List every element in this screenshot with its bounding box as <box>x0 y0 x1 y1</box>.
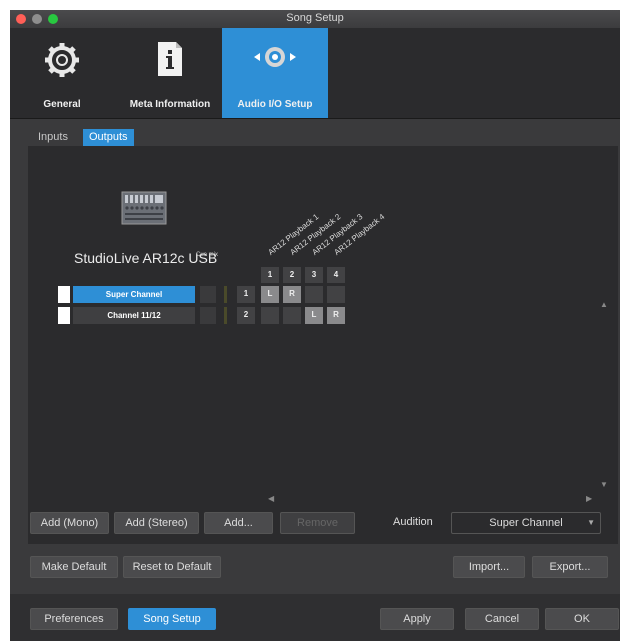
tab-inputs[interactable]: Inputs <box>32 129 74 146</box>
scroll-down-arrow-icon[interactable]: ▼ <box>600 480 608 489</box>
audition-label: Audition <box>393 516 433 528</box>
meta-information-label: Meta Information <box>129 99 211 110</box>
audio-io-icon <box>254 47 296 67</box>
audio-io-setup-tab-button[interactable]: Audio I/O Setup <box>222 28 328 118</box>
matrix-cell[interactable] <box>261 307 279 324</box>
scroll-up-arrow-icon[interactable]: ▲ <box>600 300 608 309</box>
preferences-button[interactable]: Preferences <box>30 608 118 630</box>
defaults-bar: Make Default Reset to Default Import... … <box>28 550 618 582</box>
cue-mix-checkbox[interactable] <box>200 307 216 324</box>
output-channel-row[interactable]: Super Channel <box>73 286 195 303</box>
column-number-1: 1 <box>261 267 279 283</box>
reset-to-default-button[interactable]: Reset to Default <box>123 556 221 578</box>
scroll-right-arrow-icon[interactable]: ▶ <box>586 494 592 503</box>
footer: Preferences Song Setup Apply Cancel OK <box>10 594 620 641</box>
outputs-content: StudioLive AR12c USB AR12 Playback 1 AR1… <box>28 146 618 544</box>
matrix-cell[interactable]: R <box>283 286 301 303</box>
apply-button[interactable]: Apply <box>380 608 454 630</box>
gear-icon <box>45 43 79 77</box>
matrix-cell[interactable]: R <box>327 307 345 324</box>
scroll-left-arrow-icon[interactable]: ◀ <box>268 494 274 503</box>
make-default-button[interactable]: Make Default <box>30 556 118 578</box>
matrix-cell[interactable] <box>305 286 323 303</box>
level-meter <box>224 286 227 303</box>
level-meter <box>224 307 227 324</box>
audio-io-panel: Inputs Outputs StudioLive AR12c USB AR12… <box>28 122 618 544</box>
audition-select[interactable]: Super Channel ▼ <box>451 512 601 534</box>
general-tab-button[interactable]: General <box>22 28 102 118</box>
row-number: 2 <box>237 307 255 324</box>
chevron-down-icon: ▼ <box>587 518 595 527</box>
title-bar: Song Setup <box>10 10 620 28</box>
matrix-cell[interactable] <box>283 307 301 324</box>
add-stereo-button[interactable]: Add (Stereo) <box>114 512 199 534</box>
column-number-4: 4 <box>327 267 345 283</box>
row-number: 1 <box>237 286 255 303</box>
add-mono-button[interactable]: Add (Mono) <box>30 512 109 534</box>
export-button[interactable]: Export... <box>532 556 608 578</box>
column-number-2: 2 <box>283 267 301 283</box>
meta-information-tab-button[interactable]: Meta Information <box>118 28 222 118</box>
import-button[interactable]: Import... <box>453 556 525 578</box>
general-label: General <box>43 99 81 110</box>
mixer-device-image <box>121 191 167 225</box>
column-number-3: 3 <box>305 267 323 283</box>
tab-outputs[interactable]: Outputs <box>83 129 134 146</box>
ok-button[interactable]: OK <box>545 608 619 630</box>
audio-io-setup-label: Audio I/O Setup <box>237 99 313 110</box>
song-setup-button[interactable]: Song Setup <box>128 608 216 630</box>
matrix-cell[interactable] <box>327 286 345 303</box>
song-setup-window: Song Setup General Meta Information Audi… <box>10 10 620 641</box>
cancel-button[interactable]: Cancel <box>465 608 539 630</box>
remove-button[interactable]: Remove <box>280 512 355 534</box>
add-button[interactable]: Add... <box>204 512 273 534</box>
cue-mix-label: Cue mix <box>196 252 219 258</box>
document-info-icon <box>158 42 182 76</box>
window-title: Song Setup <box>286 12 344 24</box>
audition-value: Super Channel <box>489 517 563 529</box>
cue-mix-checkbox[interactable] <box>200 286 216 303</box>
output-channel-row[interactable]: Channel 11/12 <box>73 307 195 324</box>
matrix-cell[interactable]: L <box>261 286 279 303</box>
channel-color-swatch[interactable] <box>58 307 70 324</box>
channel-color-swatch[interactable] <box>58 286 70 303</box>
setup-toolbar: General Meta Information Audio I/O Setup <box>10 28 620 119</box>
matrix-cell[interactable]: L <box>305 307 323 324</box>
